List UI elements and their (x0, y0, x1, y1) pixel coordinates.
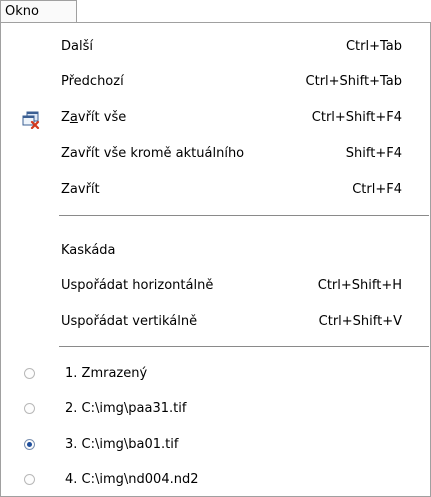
window-list-item[interactable]: 1. Zmrazený (1, 357, 430, 390)
menu-okno[interactable]: Okno (0, 0, 77, 23)
menu-separator (59, 215, 429, 216)
okno-dropdown-menu: Další Ctrl+Tab Předchozí Ctrl+Shift+Tab … (0, 22, 431, 497)
menu-item-label: Zavřít (61, 182, 100, 197)
menu-item-previous[interactable]: Předchozí Ctrl+Shift+Tab (1, 65, 430, 98)
menu-bar: Okno (0, 0, 431, 23)
window-list-label: 4. C:\img\nd004.nd2 (65, 472, 199, 487)
menu-item-tile-vertical[interactable]: Uspořádat vertikálně Ctrl+Shift+V (1, 305, 430, 338)
window-radio (24, 474, 35, 485)
menu-item-shortcut: Ctrl+Shift+V (318, 314, 402, 329)
window-list-label: 3. C:\img\ba01.tif (65, 437, 179, 452)
window-radio (24, 368, 35, 379)
window-radio-selected (24, 439, 35, 450)
window-list-item[interactable]: 2. C:\img\paa31.tif (1, 392, 430, 425)
menu-item-label: Další (61, 39, 93, 54)
menu-item-close[interactable]: Zavřít Ctrl+F4 (1, 173, 430, 206)
menu-item-label: Zavřít vše (61, 110, 127, 125)
menu-item-label: Uspořádat horizontálně (61, 278, 214, 293)
menu-item-label: Předchozí (61, 74, 124, 89)
menu-item-shortcut: Shift+F4 (345, 146, 402, 161)
window-list-label: 2. C:\img\paa31.tif (65, 401, 187, 416)
menu-item-label: Zavřít vše kromě aktuálního (61, 146, 245, 161)
close-all-windows-icon (22, 109, 40, 130)
menu-item-shortcut: Ctrl+Shift+H (317, 278, 402, 293)
menu-separator (59, 346, 429, 347)
menu-item-next[interactable]: Další Ctrl+Tab (1, 30, 430, 63)
menu-okno-label: Okno (5, 4, 39, 19)
menu-item-shortcut: Ctrl+Tab (345, 39, 402, 54)
window-list-item[interactable]: 4. C:\img\nd004.nd2 (1, 463, 430, 496)
menu-item-close-all-except-current[interactable]: Zavřít vše kromě aktuálního Shift+F4 (1, 137, 430, 170)
menu-item-close-all[interactable]: Zavřít vše Ctrl+Shift+F4 (1, 101, 430, 134)
menu-item-tile-horizontal[interactable]: Uspořádat horizontálně Ctrl+Shift+H (1, 269, 430, 302)
window-list-item[interactable]: 3. C:\img\ba01.tif (1, 428, 430, 461)
menu-item-shortcut: Ctrl+F4 (352, 182, 402, 197)
menu-item-shortcut: Ctrl+Shift+F4 (311, 110, 402, 125)
menu-item-label: Kaskáda (61, 243, 116, 258)
menu-item-shortcut: Ctrl+Shift+Tab (305, 74, 402, 89)
window-list-label: 1. Zmrazený (65, 366, 148, 381)
menu-item-cascade[interactable]: Kaskáda (1, 234, 430, 267)
window-radio (24, 403, 35, 414)
menu-item-label: Uspořádat vertikálně (61, 314, 198, 329)
